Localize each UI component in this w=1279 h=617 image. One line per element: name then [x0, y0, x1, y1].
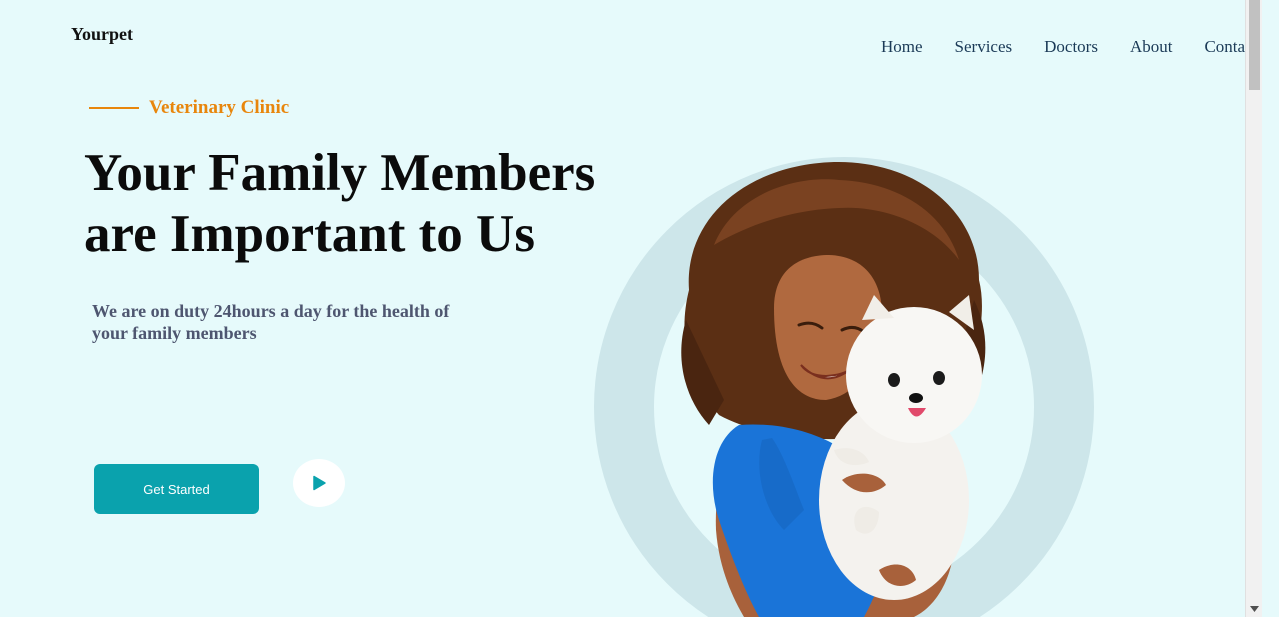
get-started-button[interactable]: Get Started: [94, 464, 259, 514]
play-video-button[interactable]: [293, 459, 345, 507]
headline-line-2: are Important to Us: [84, 205, 535, 263]
hero-eyebrow: Veterinary Clinic: [89, 97, 289, 119]
nav-services[interactable]: Services: [955, 37, 1013, 57]
main-nav: Home Services Doctors About Contact: [881, 37, 1257, 57]
headline-line-1: Your Family Members: [84, 144, 596, 202]
hero-image: [594, 157, 1094, 617]
nav-about[interactable]: About: [1130, 37, 1173, 57]
play-icon: [313, 475, 326, 491]
hero-subtext: We are on duty 24hours a day for the hea…: [92, 301, 450, 343]
hero-headline: Your Family Members are Important to Us: [84, 143, 644, 265]
scroll-down-arrow-icon[interactable]: [1246, 600, 1262, 617]
page-scrollbar[interactable]: [1245, 0, 1262, 617]
brand-logo[interactable]: Yourpet: [71, 24, 133, 45]
eyebrow-divider: [89, 107, 139, 109]
scrollbar-thumb[interactable]: [1249, 0, 1260, 90]
nav-home[interactable]: Home: [881, 37, 923, 57]
eyebrow-text: Veterinary Clinic: [149, 97, 290, 118]
landing-page: Yourpet Home Services Doctors About Cont…: [0, 0, 1262, 617]
nav-doctors[interactable]: Doctors: [1044, 37, 1098, 57]
